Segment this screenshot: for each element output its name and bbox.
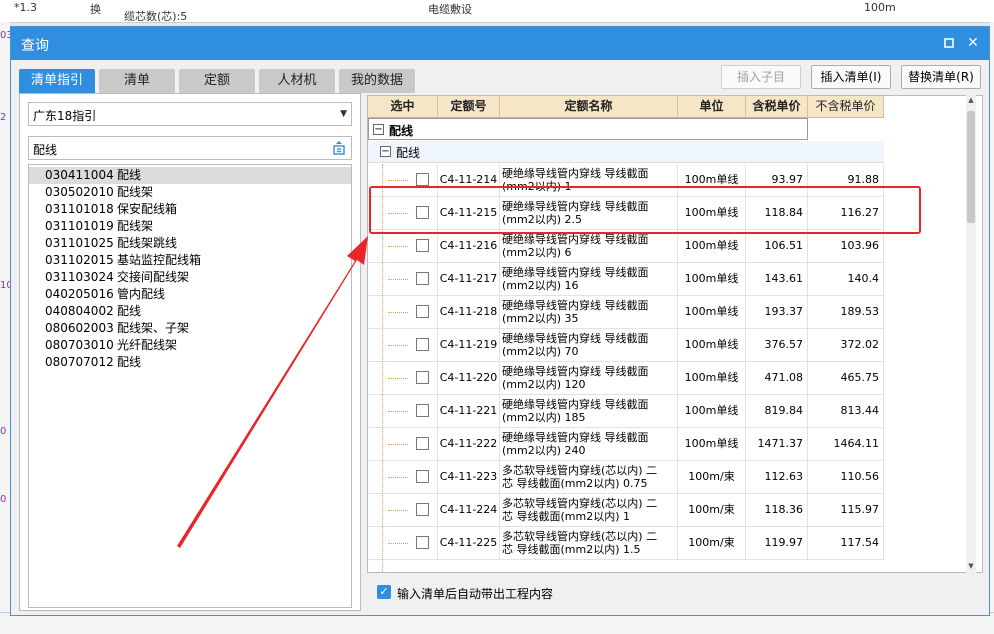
annotation-arrow: [177, 236, 368, 548]
